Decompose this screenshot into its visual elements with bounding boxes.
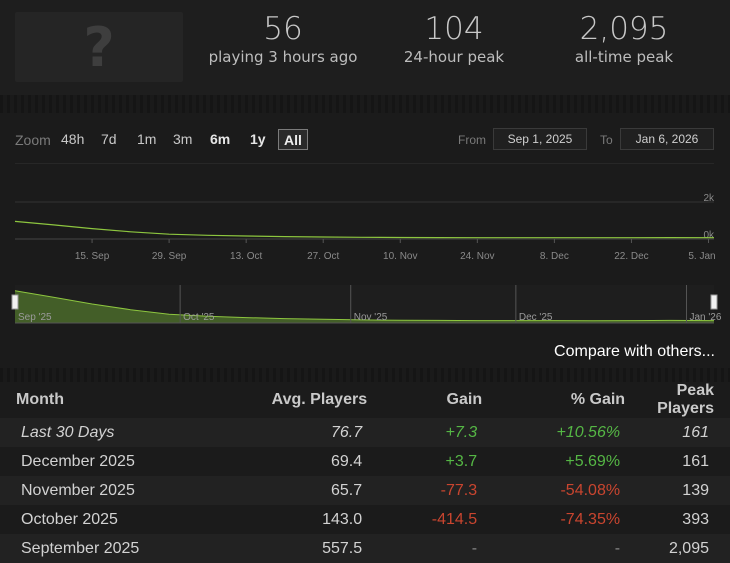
month-cell: Last 30 Days (0, 418, 213, 447)
zoom-1m-button[interactable]: 1m (132, 129, 161, 150)
avg-cell: 557.5 (212, 534, 384, 563)
pct-gain-cell: - (498, 534, 642, 563)
gain-cell: +7.3 (383, 418, 499, 447)
y-tick-label: 2k (703, 193, 715, 204)
zoom-48h-button[interactable]: 48h (56, 129, 89, 150)
table-row: Last 30 Days 76.7 +7.3 +10.56% 161 (0, 418, 730, 447)
day-peak-label: 24-hour peak (403, 48, 505, 66)
pct-gain-cell: +10.56% (498, 418, 642, 447)
avg-players-header: Avg. Players (212, 382, 384, 418)
x-tick-label: 29. Sep (152, 251, 187, 262)
month-header: Month (0, 382, 213, 418)
all-time-peak-stat: 2,095 all-time peak (544, 10, 704, 66)
peak-cell: 161 (641, 418, 730, 447)
month-cell: December 2025 (0, 447, 213, 476)
y-tick-label: 0k (703, 230, 715, 241)
month-cell: November 2025 (0, 476, 213, 505)
game-thumbnail[interactable]: ? (15, 12, 183, 82)
pct-gain-header: % Gain (498, 382, 642, 418)
x-tick-label: 22. Dec (614, 251, 648, 262)
navigator-right-handle[interactable] (710, 294, 718, 310)
table-row: September 2025 557.5 - - 2,095 (0, 534, 730, 563)
zoom-6m-button[interactable]: 6m (205, 129, 235, 150)
x-tick-label: 5. Jan (688, 251, 715, 262)
current-players-stat: 56 playing 3 hours ago (203, 10, 363, 66)
x-tick-label: 10. Nov (383, 251, 417, 262)
gain-cell: -77.3 (383, 476, 499, 505)
zoom-3m-button[interactable]: 3m (168, 129, 197, 150)
current-players-value: 56 (263, 11, 303, 47)
x-tick-label: 27. Oct (307, 251, 339, 262)
table-row: December 2025 69.4 +3.7 +5.69% 161 (0, 447, 730, 476)
to-date-input[interactable] (620, 128, 714, 150)
peak-cell: 2,095 (641, 534, 730, 563)
pct-gain-cell: -74.35% (498, 505, 642, 534)
compare-link[interactable]: Compare with others... (554, 343, 715, 361)
chart-svg: 2k 0k 15. Sep 29. Sep 13. Oct 27. Oct 10. Nov 2… (11, 163, 722, 324)
x-tick-label: 24. Nov (460, 251, 494, 262)
monthly-stats-table: Month Avg. Players Gain % Gain Peak Play… (0, 382, 730, 563)
navigator-left-handle[interactable] (11, 294, 19, 310)
to-label: To (600, 133, 613, 147)
gain-cell: - (383, 534, 499, 563)
navigator-month-label: Jan '26 (689, 312, 721, 323)
navigator-month-label: Nov '25 (354, 312, 388, 323)
avg-cell: 143.0 (212, 505, 384, 534)
placeholder-question-icon: ? (83, 16, 115, 79)
all-time-peak-value: 2,095 (579, 11, 669, 47)
x-tick-label: 15. Sep (75, 251, 110, 262)
all-time-peak-label: all-time peak (574, 48, 674, 66)
peak-cell: 139 (641, 476, 730, 505)
zoom-toolbar: Zoom 48h 7d 1m 3m 6m 1y All From To (0, 113, 730, 163)
header-divider (0, 95, 730, 113)
table-row: October 2025 143.0 -414.5 -74.35% 393 (0, 505, 730, 534)
zoom-1y-button[interactable]: 1y (245, 129, 271, 150)
from-label: From (458, 133, 486, 147)
table-divider (0, 368, 730, 382)
zoom-label: Zoom (15, 132, 51, 148)
pct-gain-cell: +5.69% (498, 447, 642, 476)
gain-cell: +3.7 (383, 447, 499, 476)
table-row: November 2025 65.7 -77.3 -54.08% 139 (0, 476, 730, 505)
gain-cell: -414.5 (383, 505, 499, 534)
navigator-month-label: Dec '25 (519, 312, 553, 323)
navigator-month-label: Oct '25 (183, 312, 215, 323)
pct-gain-cell: -54.08% (498, 476, 642, 505)
day-peak-value: 104 (424, 11, 484, 47)
avg-cell: 65.7 (212, 476, 384, 505)
series-line (14, 220, 715, 239)
x-tick-label: 8. Dec (540, 251, 569, 262)
x-tick-label: 13. Oct (230, 251, 262, 262)
gain-header: Gain (383, 382, 499, 418)
zoom-7d-button[interactable]: 7d (96, 129, 122, 150)
current-players-label: playing 3 hours ago (208, 48, 358, 66)
navigator-month-label: Sep '25 (18, 312, 52, 323)
day-peak-stat: 104 24-hour peak (374, 10, 534, 66)
zoom-all-button[interactable]: All (278, 129, 308, 150)
peak-cell: 393 (641, 505, 730, 534)
peak-cell: 161 (641, 447, 730, 476)
avg-cell: 76.7 (212, 418, 384, 447)
table-header-row: Month Avg. Players Gain % Gain Peak Play… (0, 382, 730, 418)
player-count-chart[interactable]: 2k 0k 15. Sep 29. Sep 13. Oct 27. Oct 10. Nov 2… (0, 163, 730, 343)
avg-cell: 69.4 (212, 447, 384, 476)
month-cell: October 2025 (0, 505, 213, 534)
from-date-input[interactable] (493, 128, 587, 150)
stats-header: ? 56 playing 3 hours ago 104 24-hour pea… (0, 0, 730, 95)
peak-players-header: Peak Players (641, 382, 730, 418)
month-cell: September 2025 (0, 534, 213, 563)
